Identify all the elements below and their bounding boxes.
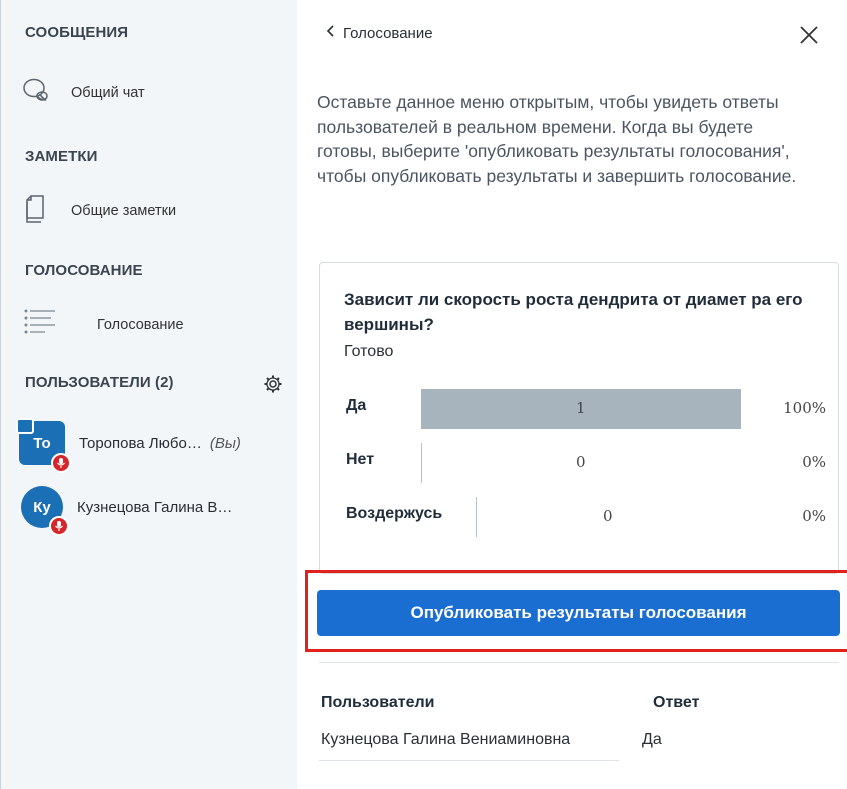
sidebar-item-public-chat[interactable]: Общий чат (21, 72, 145, 114)
avatar: Ку (21, 486, 69, 536)
poll-option-row: Нет 0 0% (346, 443, 826, 483)
chat-icon (21, 76, 51, 111)
list-icon (21, 305, 57, 346)
sidebar-item-label: Общие заметки (71, 203, 177, 219)
option-percent: 0% (802, 453, 826, 471)
document-icon (21, 193, 51, 230)
poll-instructions: Оставьте данное меню открытым, чтобы уви… (317, 92, 797, 186)
option-count: 0 (576, 453, 586, 471)
option-label: Воздержусь (346, 505, 443, 522)
option-percent: 0% (802, 507, 826, 525)
option-count: 1 (576, 399, 586, 417)
poll-option-row: Да 1 100% (346, 389, 826, 429)
poll-panel: Голосование Оставьте данное меню открыты… (297, 0, 847, 789)
sidebar: СООБЩЕНИЯ Общий чат ЗАМЕТКИ Общие заметк… (0, 0, 297, 789)
table-header-answer: Ответ (653, 694, 700, 711)
gear-icon[interactable] (263, 374, 283, 399)
notes-section-title: ЗАМЕТКИ (25, 148, 98, 165)
user-row[interactable]: Ку Кузнецова Галина В… (19, 484, 289, 536)
poll-results-card: Зависит ли скорость роста дендрита от ди… (319, 262, 839, 574)
option-label: Нет (346, 451, 375, 468)
avatar-initials: Ку (33, 498, 51, 516)
user-name: Торопова Любо… (79, 434, 202, 452)
table-row-divider (319, 760, 619, 761)
divider (319, 662, 839, 663)
result-bar (476, 497, 477, 537)
poll-question: Зависит ли скорость роста дендрита от ди… (344, 290, 803, 334)
back-label: Голосование (343, 24, 433, 42)
sidebar-item-shared-notes[interactable]: Общие заметки (21, 190, 176, 232)
messages-section-title: СООБЩЕНИЯ (25, 24, 129, 41)
table-cell-user: Кузнецова Галина Вениаминовна (321, 731, 571, 748)
user-row[interactable]: То Торопова Любо… (Вы) (16, 418, 289, 473)
close-icon[interactable] (796, 22, 822, 48)
option-count: 0 (603, 507, 613, 525)
chevron-left-icon (325, 24, 335, 42)
sidebar-item-polling[interactable]: Голосование (21, 304, 184, 346)
presenter-icon (16, 418, 34, 434)
muted-mic-icon (51, 453, 71, 473)
poll-option-row: Воздержусь 0 0% (346, 497, 826, 537)
user-name: Кузнецова Галина В… (77, 498, 233, 516)
option-label: Да (346, 397, 367, 414)
users-section-title: ПОЛЬЗОВАТЕЛИ (2) (25, 374, 174, 391)
sidebar-item-label: Общий чат (71, 85, 145, 101)
avatar: То (16, 418, 71, 473)
you-label: (Вы) (209, 434, 241, 452)
avatar-initials: То (33, 434, 51, 452)
polling-section-title: ГОЛОСОВАНИЕ (25, 262, 143, 279)
sidebar-item-label: Голосование (97, 317, 184, 333)
table-cell-answer: Да (642, 731, 662, 748)
muted-mic-icon (49, 516, 69, 536)
result-bar (421, 443, 422, 483)
option-percent: 100% (783, 399, 826, 417)
table-header-users: Пользователи (321, 694, 435, 711)
publish-results-button[interactable]: Опубликовать результаты голосования (317, 590, 840, 636)
poll-status: Готово (344, 343, 394, 360)
back-button[interactable]: Голосование (325, 24, 433, 42)
